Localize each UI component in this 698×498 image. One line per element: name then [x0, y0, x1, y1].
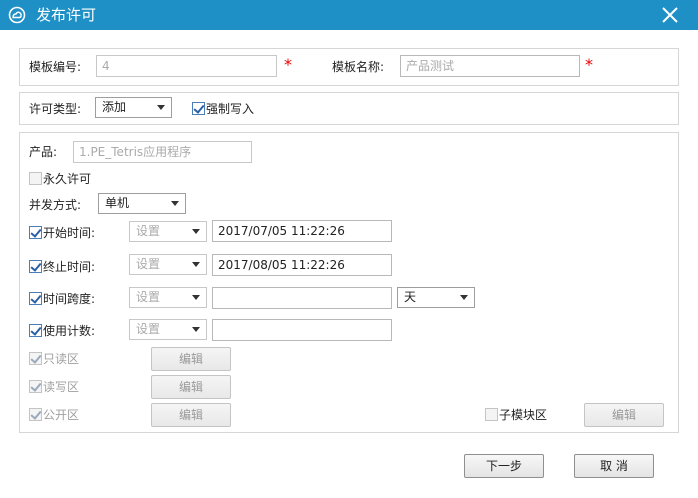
chevron-down-icon: [192, 295, 200, 300]
required-mark-id: *: [284, 55, 292, 74]
end-time-checkbox[interactable]: [29, 260, 42, 273]
end-time-label: 终止时间:: [43, 260, 96, 274]
end-time-mode-value: 设置: [136, 257, 161, 271]
template-name-label: 模板名称:: [332, 60, 385, 74]
concurrency-label: 并发方式:: [29, 198, 82, 212]
chevron-down-icon: [171, 201, 179, 206]
usage-count-checkbox[interactable]: [29, 324, 42, 337]
next-step-button[interactable]: 下一步: [464, 454, 544, 478]
usage-count-mode-select[interactable]: 设置: [129, 319, 207, 340]
cloud-logo-icon: [8, 6, 26, 24]
usage-count-input[interactable]: [212, 319, 392, 341]
submodule-area-label: 子模块区: [499, 408, 548, 422]
product-field: 1.PE_Tetris应用程序: [73, 141, 252, 163]
permanent-license-checkbox[interactable]: [29, 172, 42, 185]
start-time-mode-value: 设置: [136, 224, 161, 238]
permanent-license-label[interactable]: 永久许可: [43, 171, 91, 187]
submodule-area-checkbox[interactable]: [485, 408, 498, 421]
license-type-select[interactable]: 添加: [95, 97, 172, 118]
chevron-down-icon: [192, 229, 200, 234]
start-time-input[interactable]: 2017/07/05 11:22:26: [212, 220, 392, 242]
chevron-down-icon: [192, 327, 200, 332]
public-area-checkbox[interactable]: [29, 408, 42, 421]
readonly-area-edit-button[interactable]: 编辑: [151, 347, 231, 371]
start-time-checkbox[interactable]: [29, 226, 42, 239]
title-bar: 发布许可: [0, 0, 698, 30]
time-span-mode-value: 设置: [136, 290, 161, 304]
concurrency-select[interactable]: 单机: [98, 193, 186, 214]
time-span-checkbox[interactable]: [29, 292, 42, 305]
template-id-label: 模板编号:: [29, 60, 82, 74]
chevron-down-icon: [157, 105, 165, 110]
readwrite-area-checkbox[interactable]: [29, 380, 42, 393]
readwrite-area-edit-button[interactable]: 编辑: [151, 375, 231, 399]
product-panel: [19, 132, 679, 433]
chevron-down-icon: [460, 295, 468, 300]
readwrite-area-label: 读写区: [43, 380, 80, 394]
force-write-checkbox[interactable]: [192, 102, 205, 115]
chevron-down-icon: [192, 262, 200, 267]
submodule-area-edit-button[interactable]: 编辑: [584, 403, 664, 427]
close-icon[interactable]: [660, 5, 680, 25]
template-name-input[interactable]: 产品测试: [400, 55, 580, 77]
usage-count-label: 使用计数:: [43, 324, 96, 338]
time-span-unit-select[interactable]: 天: [397, 287, 475, 308]
public-area-edit-button[interactable]: 编辑: [151, 403, 231, 427]
time-span-input[interactable]: [212, 287, 392, 309]
cancel-button[interactable]: 取 消: [574, 454, 654, 478]
usage-count-mode-value: 设置: [136, 322, 161, 336]
readonly-area-label: 只读区: [43, 352, 80, 366]
time-span-label: 时间跨度:: [43, 292, 96, 306]
license-type-label: 许可类型:: [29, 102, 82, 116]
concurrency-value: 单机: [105, 196, 130, 210]
start-time-label: 开始时间:: [43, 226, 96, 240]
required-mark-name: *: [585, 55, 593, 74]
end-time-input[interactable]: 2017/08/05 11:22:26: [212, 254, 392, 276]
force-write-label[interactable]: 强制写入: [206, 101, 254, 117]
template-id-field: 4: [96, 55, 277, 77]
end-time-mode-select[interactable]: 设置: [129, 254, 207, 275]
product-label: 产品:: [29, 145, 58, 159]
license-type-value: 添加: [102, 100, 127, 114]
time-span-unit-value: 天: [404, 290, 417, 304]
time-span-mode-select[interactable]: 设置: [129, 287, 207, 308]
start-time-mode-select[interactable]: 设置: [129, 221, 207, 242]
window-title: 发布许可: [36, 6, 97, 24]
public-area-label: 公开区: [43, 408, 80, 422]
readonly-area-checkbox[interactable]: [29, 352, 42, 365]
